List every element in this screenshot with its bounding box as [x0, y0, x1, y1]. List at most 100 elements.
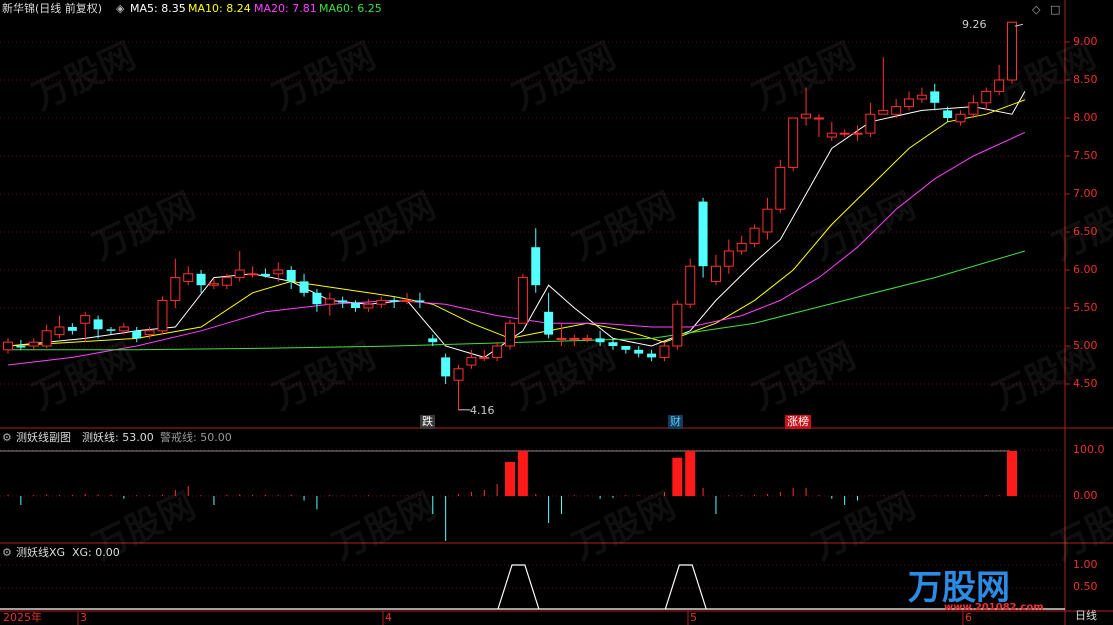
candle-body — [363, 303, 374, 309]
signal-limit-up-badge[interactable]: 涨榜 — [785, 415, 811, 429]
candle-body — [312, 292, 322, 305]
candle-body — [157, 299, 168, 332]
candle-body — [441, 357, 451, 377]
candle-body — [762, 208, 773, 233]
diamond-icon[interactable]: ◇ — [1032, 3, 1040, 17]
period-label[interactable]: 日线 — [1075, 610, 1097, 622]
candle-body — [16, 346, 26, 348]
price-tick: 4.50 — [1073, 377, 1098, 390]
candle-body — [234, 269, 245, 279]
candle-body — [466, 356, 477, 366]
candle-body — [634, 349, 644, 354]
watermark-text: 万股网 — [806, 185, 921, 268]
candle-body — [389, 300, 399, 302]
candle-body — [930, 91, 940, 103]
candle-body — [659, 345, 670, 358]
candle-body — [801, 113, 812, 119]
candle-body — [569, 337, 580, 340]
candle-body — [93, 319, 103, 330]
indicator1-axis-tick: 100.0 — [1073, 443, 1105, 456]
candle-body — [144, 330, 155, 336]
watermark-text: 万股网 — [506, 35, 621, 118]
indicator1-warn: 警戒线: 50.00 — [160, 431, 232, 444]
indicator-bar — [505, 462, 515, 496]
watermark-text: 万股网 — [326, 185, 441, 268]
price-tick: 7.00 — [1073, 187, 1098, 200]
watermark-text: 万股网 — [746, 35, 861, 118]
square-icon[interactable]: □ — [1050, 3, 1060, 17]
candle-body — [492, 345, 503, 358]
candle-body — [852, 132, 863, 135]
indicator1-axis-tick: 0.00 — [1073, 489, 1098, 502]
candle-body — [891, 106, 902, 115]
candle-body — [208, 283, 219, 286]
candle-body — [531, 247, 541, 286]
candle-body — [183, 273, 194, 282]
candle-body — [67, 327, 77, 331]
candle-body — [582, 337, 593, 340]
candle-body — [647, 353, 657, 358]
brand-url: www.201082.com — [944, 602, 1044, 613]
indicator-bar — [672, 457, 683, 496]
candle-body — [80, 315, 91, 324]
indicator1-title: 测妖线副图 — [16, 431, 71, 444]
indicator-bar — [517, 450, 528, 496]
candle-body — [221, 277, 232, 286]
price-tick: 5.00 — [1073, 339, 1098, 352]
candle-body — [106, 329, 116, 331]
candle-body — [517, 277, 528, 324]
x-axis-month: 6 — [965, 611, 972, 624]
price-tick: 6.00 — [1073, 263, 1098, 276]
watermark-text: 万股网 — [806, 485, 921, 568]
candle-body — [775, 166, 786, 210]
indicator2-axis-tick: 0.50 — [1073, 580, 1098, 593]
indicator-bar — [1007, 450, 1017, 496]
candle-body — [556, 337, 567, 340]
indicator2-title: 测妖线XG — [16, 546, 66, 559]
candle-body — [943, 110, 953, 118]
candle-body — [865, 113, 876, 134]
indicator2-axis-tick: 1.00 — [1073, 558, 1098, 571]
candle-body — [324, 298, 335, 305]
candle-body — [736, 242, 747, 252]
x-axis-month: 4 — [385, 611, 392, 624]
price-tick: 5.50 — [1073, 301, 1098, 314]
candle-body — [749, 227, 760, 244]
ma5-label: MA5: 8.35 — [130, 2, 186, 15]
ma10-label: MA10: 8.24 — [188, 2, 251, 15]
candle-body — [3, 341, 13, 351]
candle-body — [260, 273, 270, 277]
price-tick: 6.50 — [1073, 225, 1098, 238]
candle-body — [118, 326, 129, 332]
candle-body — [621, 346, 631, 350]
watermark-text: 万股网 — [566, 185, 681, 268]
candle-body — [685, 265, 696, 305]
signal-fall-badge[interactable]: 跌 — [420, 415, 435, 429]
candlestick-chart[interactable]: 万股网 万股网 万股网 万股网 万股网万股网 万股网 万股网 万股网 万股网万股网 万股网 万股网万… — [0, 0, 1113, 625]
candle-body — [505, 322, 515, 347]
price-tick: 7.50 — [1073, 149, 1098, 162]
candle-body — [415, 300, 425, 302]
candle-body — [299, 281, 309, 293]
candle-body — [428, 338, 438, 343]
indicator1-gear-icon[interactable]: ⚙ — [2, 431, 12, 445]
indicator2-gear-icon[interactable]: ⚙ — [2, 546, 12, 560]
watermark-text: 万股网 — [506, 335, 621, 418]
candle-body — [41, 330, 52, 347]
candle-body — [968, 102, 979, 115]
signal-wealth-badge[interactable]: 财 — [668, 415, 683, 429]
candle-body — [981, 90, 992, 104]
price-tick: 8.00 — [1073, 111, 1098, 124]
price-tick: 8.50 — [1073, 73, 1098, 86]
stock-title: 新华锦(日线 前复权) — [2, 2, 103, 15]
candle-body — [904, 98, 915, 108]
candle-body — [788, 117, 799, 168]
indicator2-value: XG: 0.00 — [72, 546, 120, 559]
xg-signal-pulse — [664, 564, 707, 610]
candle-body — [376, 299, 387, 305]
candle-body — [994, 79, 1005, 92]
expand-arrow-icon[interactable]: ◈ — [116, 2, 124, 16]
x-axis-month: 5 — [690, 611, 697, 624]
candle-body — [402, 299, 413, 302]
candle-body — [595, 338, 605, 343]
